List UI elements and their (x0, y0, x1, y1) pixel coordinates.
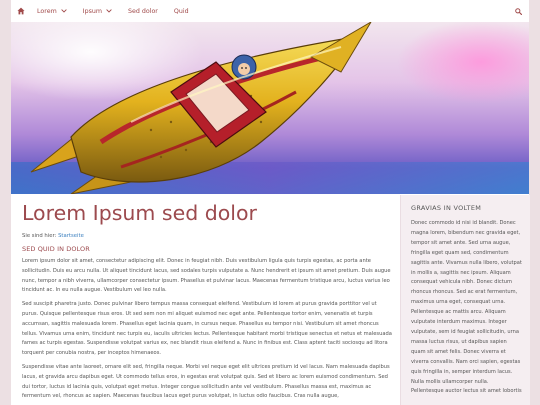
chevron-down-icon (106, 9, 112, 13)
paragraph: Lorem ipsum dolor sit amet, consectetur … (22, 258, 391, 294)
nav-item-quid[interactable]: Quid (174, 8, 189, 15)
paragraph: Sed suscipit pharetra justo. Donec pulvi… (22, 301, 392, 357)
nav-item-lorem[interactable]: Lorem (37, 8, 67, 15)
tin-rocket-illustration (11, 22, 529, 194)
page-title: Lorem Ipsum sed dolor (22, 201, 257, 225)
nav-item-label: Quid (173, 7, 189, 15)
breadcrumb: Sie sind hier: Startseite (22, 233, 394, 239)
top-nav: Lorem Ipsum Sed dolor Quid (11, 0, 529, 23)
nav-item-label: Sed dolor (127, 7, 158, 15)
chevron-down-icon (61, 9, 67, 13)
nav-item-ipsum[interactable]: Ipsum (83, 8, 112, 15)
search-icon[interactable] (515, 7, 522, 15)
nav-item-label: Ipsum (82, 7, 102, 15)
paragraph: Suspendisse vitae ante laoreet, ornare e… (22, 363, 390, 400)
breadcrumb-prefix: Sie sind hier: (22, 233, 57, 239)
breadcrumb-link-home[interactable]: Startseite (58, 233, 84, 239)
sidebar: GRAVIAS IN VOLTEM Donec commodo id nisi … (400, 195, 530, 405)
sidebar-text: Donec commodo id nisi id blandit. Donec … (411, 220, 522, 395)
main-content: Lorem Ipsum sed dolor Sie sind hier: Sta… (22, 200, 394, 402)
hero-image (11, 22, 529, 194)
nav-item-label: Lorem (37, 7, 57, 15)
sidebar-title: GRAVIAS IN VOLTEM (411, 204, 482, 212)
page-frame: Lorem Ipsum Sed dolor Quid Lorem Ipsum s… (11, 0, 530, 405)
nav-item-sed-dolor[interactable]: Sed dolor (128, 8, 158, 15)
section-title: SED QUID IN DOLOR (22, 245, 90, 253)
home-icon[interactable] (16, 7, 26, 15)
